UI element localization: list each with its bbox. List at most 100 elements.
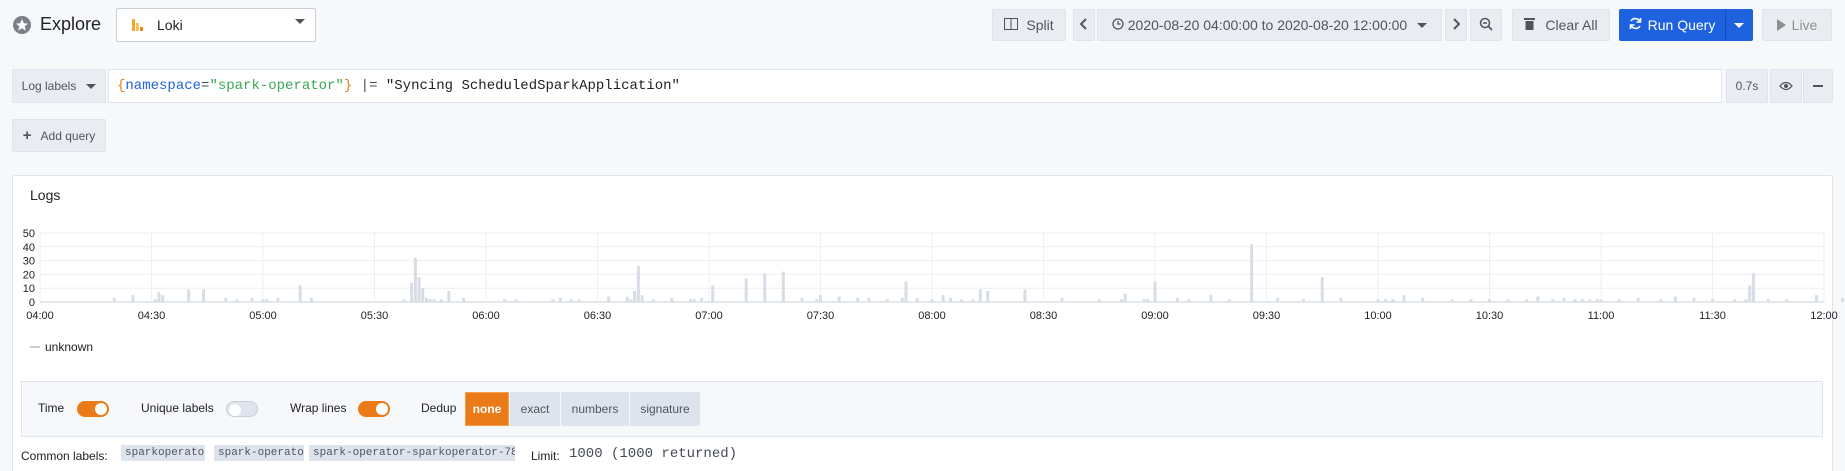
chart-bar[interactable] bbox=[432, 299, 436, 302]
chart-bar[interactable] bbox=[744, 278, 748, 302]
chart-bar[interactable] bbox=[112, 297, 116, 302]
chart-bar[interactable] bbox=[1120, 299, 1124, 302]
chart-bar[interactable] bbox=[1023, 289, 1027, 302]
chart-bar[interactable] bbox=[1383, 299, 1387, 302]
chart-bar[interactable] bbox=[157, 292, 161, 302]
chart-bar[interactable] bbox=[1060, 297, 1064, 302]
chart-bar[interactable] bbox=[670, 297, 674, 302]
chart-bar[interactable] bbox=[1469, 299, 1473, 302]
chart-bar[interactable] bbox=[202, 289, 206, 302]
chart-bar[interactable] bbox=[629, 299, 633, 302]
chart-bar[interactable] bbox=[235, 299, 239, 302]
chart-bar[interactable] bbox=[1815, 295, 1819, 302]
chart-bar[interactable] bbox=[763, 273, 767, 302]
chart-bar[interactable] bbox=[800, 297, 804, 302]
chart-bar[interactable] bbox=[503, 299, 507, 302]
chart-bar[interactable] bbox=[1751, 273, 1755, 302]
chart-bar[interactable] bbox=[1250, 244, 1254, 302]
time-back-button[interactable] bbox=[1073, 9, 1095, 41]
chart-bar[interactable] bbox=[1562, 297, 1566, 302]
chart-bar[interactable] bbox=[986, 290, 990, 302]
chart-bar[interactable] bbox=[1123, 293, 1127, 302]
chart-bar[interactable] bbox=[1488, 299, 1491, 302]
live-button[interactable]: Live bbox=[1762, 9, 1832, 41]
chart-bar[interactable] bbox=[1658, 299, 1662, 302]
chart-bar[interactable] bbox=[1748, 285, 1752, 302]
zoom-out-button[interactable] bbox=[1470, 9, 1502, 41]
chart-bar[interactable] bbox=[1618, 299, 1622, 302]
chart-bar[interactable] bbox=[1711, 299, 1714, 302]
chart-bar[interactable] bbox=[819, 295, 822, 302]
toggle-query-visibility-button[interactable] bbox=[1770, 69, 1802, 103]
chart-bar[interactable] bbox=[265, 299, 269, 302]
chart-bar[interactable] bbox=[1595, 299, 1599, 302]
chart-bar[interactable] bbox=[1276, 297, 1280, 302]
dedup-option-signature[interactable]: signature bbox=[630, 392, 700, 426]
chart-bar[interactable] bbox=[607, 296, 611, 302]
chart-bar[interactable] bbox=[1391, 299, 1395, 302]
chart-bar[interactable] bbox=[569, 299, 573, 302]
chart-bar[interactable] bbox=[1450, 299, 1454, 302]
chart-bar[interactable] bbox=[1580, 299, 1584, 302]
chart-bar[interactable] bbox=[960, 299, 964, 302]
chart-bar[interactable] bbox=[688, 299, 692, 302]
chart-bar[interactable] bbox=[261, 299, 265, 302]
chart-bar[interactable] bbox=[447, 290, 451, 302]
chart-bar[interactable] bbox=[514, 299, 518, 302]
chart-bar[interactable] bbox=[815, 299, 819, 302]
chart-bar[interactable] bbox=[1599, 299, 1603, 302]
chart-bar[interactable] bbox=[1097, 299, 1101, 302]
chart-bar[interactable] bbox=[692, 299, 696, 302]
chart-bar[interactable] bbox=[636, 266, 640, 302]
time-range-picker[interactable]: 2020-08-20 04:00:00 to 2020-08-20 12:00:… bbox=[1097, 9, 1442, 41]
chart-bar[interactable] bbox=[131, 295, 135, 302]
chart-bar[interactable] bbox=[1186, 299, 1190, 302]
chart-bar[interactable] bbox=[187, 289, 191, 302]
dedup-option-exact[interactable]: exact bbox=[510, 392, 560, 426]
chart-bar[interactable] bbox=[640, 295, 644, 302]
chart-bar[interactable] bbox=[1551, 299, 1555, 302]
chart-bar[interactable] bbox=[885, 299, 889, 302]
chart-bar[interactable] bbox=[276, 297, 280, 302]
unique-labels-toggle[interactable] bbox=[226, 401, 258, 417]
log-labels-button[interactable]: Log labels bbox=[12, 69, 106, 103]
time-toggle[interactable] bbox=[77, 401, 109, 417]
chart-bar[interactable] bbox=[633, 290, 637, 302]
chart-bar[interactable] bbox=[711, 285, 715, 302]
chart-bar[interactable] bbox=[250, 297, 254, 302]
chart-bar[interactable] bbox=[413, 257, 417, 302]
chart-bar[interactable] bbox=[1588, 299, 1592, 302]
chart-bar[interactable] bbox=[1402, 295, 1406, 302]
chart-bar[interactable] bbox=[651, 299, 655, 302]
chart-bar[interactable] bbox=[867, 297, 871, 302]
chart-bar[interactable] bbox=[1421, 297, 1425, 302]
legend-item[interactable]: unknown bbox=[30, 340, 93, 354]
datasource-picker[interactable]: Loki bbox=[116, 8, 316, 42]
remove-query-button[interactable] bbox=[1803, 69, 1833, 103]
chart-bar[interactable] bbox=[781, 271, 785, 302]
chart-bar[interactable] bbox=[1573, 299, 1577, 302]
chart-bar[interactable] bbox=[1339, 297, 1343, 302]
run-query-interval-button[interactable] bbox=[1725, 9, 1753, 41]
split-button[interactable]: Split bbox=[992, 9, 1066, 41]
chart-bar[interactable] bbox=[1692, 297, 1696, 302]
chart-bar[interactable] bbox=[1673, 296, 1677, 302]
chart-bar[interactable] bbox=[1525, 299, 1529, 302]
chart-bar[interactable] bbox=[904, 281, 908, 302]
wrap-lines-toggle[interactable] bbox=[358, 401, 390, 417]
clear-all-button[interactable]: Clear All bbox=[1512, 9, 1610, 41]
chart-bar[interactable] bbox=[1302, 299, 1306, 302]
chart-bar[interactable] bbox=[1733, 299, 1737, 302]
chart-bar[interactable] bbox=[1506, 299, 1510, 302]
chart-bar[interactable] bbox=[421, 288, 425, 302]
chart-bar[interactable] bbox=[978, 289, 982, 302]
dedup-option-numbers[interactable]: numbers bbox=[561, 392, 629, 426]
chart-bar[interactable] bbox=[410, 282, 414, 302]
chart-bar[interactable] bbox=[1744, 299, 1748, 302]
chart-bar[interactable] bbox=[1636, 297, 1640, 302]
chart-bar[interactable] bbox=[462, 297, 466, 302]
chart-bar[interactable] bbox=[930, 299, 934, 302]
chart-bar[interactable] bbox=[153, 299, 157, 302]
chart-bar[interactable] bbox=[625, 296, 629, 302]
chart-bar[interactable] bbox=[900, 297, 904, 302]
